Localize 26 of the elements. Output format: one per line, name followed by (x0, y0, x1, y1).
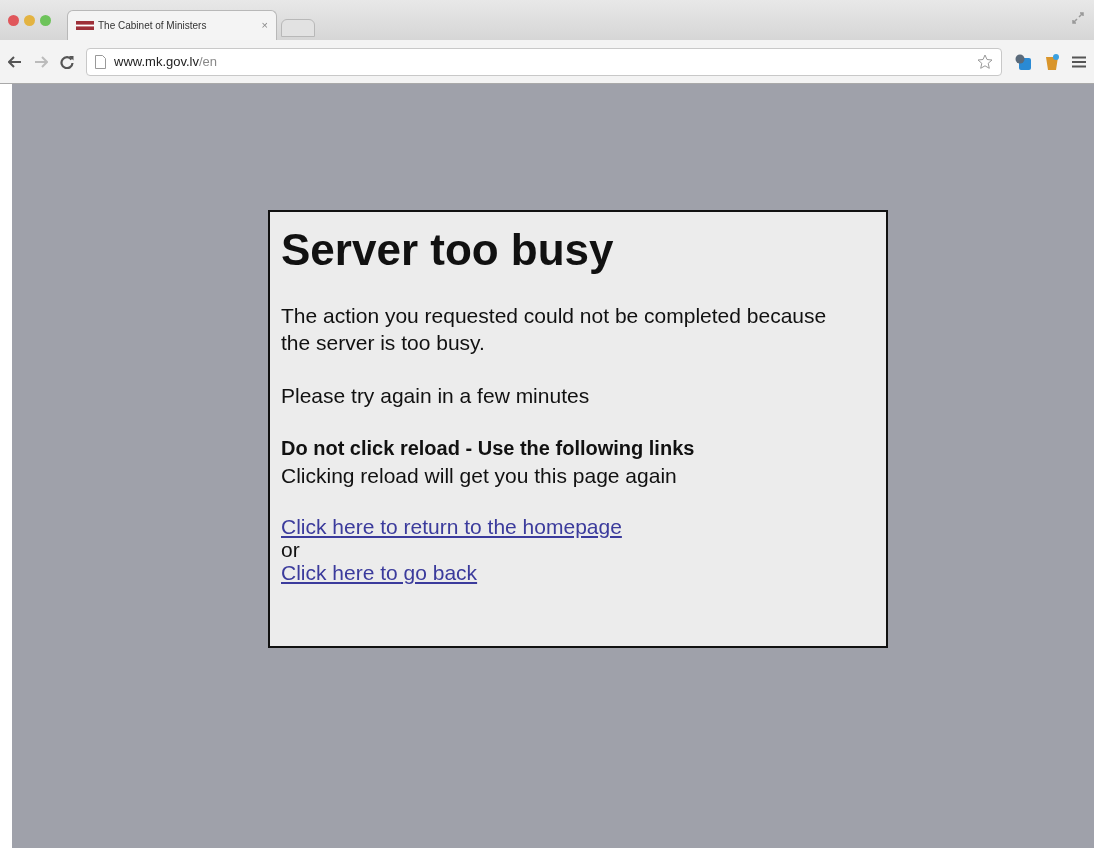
page-link[interactable]: Click here to return to the homepage (281, 515, 622, 539)
menu-icon[interactable] (1072, 55, 1086, 68)
close-window-button[interactable] (8, 14, 19, 26)
new-tab-button[interactable] (281, 19, 315, 37)
page-icon (95, 54, 106, 69)
minimize-window-button[interactable] (24, 14, 35, 26)
page-heading: Server too busy (281, 224, 615, 276)
separator-text: or (281, 539, 300, 561)
cup-icon[interactable] (1044, 52, 1060, 71)
forward-button[interactable] (34, 55, 48, 68)
tab-title: The Cabinet of Ministers (98, 19, 207, 33)
back-button[interactable] (8, 55, 22, 68)
browser-tab[interactable]: The Cabinet of Ministers × (67, 10, 277, 40)
flag-icon (76, 21, 94, 30)
page-link[interactable]: Click here to go back (281, 561, 478, 585)
star-icon[interactable] (977, 53, 993, 70)
zoom-window-button[interactable] (40, 14, 51, 26)
reload-button[interactable] (60, 54, 74, 69)
fullscreen-icon[interactable] (1072, 12, 1084, 24)
warning-text: Do not click reload - Use the following links (281, 436, 696, 461)
warning-note: Clicking reload will get you this page again (281, 463, 678, 489)
url-path: /en (199, 53, 218, 69)
message-text: The action you requested could not be completed because the server is too busy. (281, 303, 828, 356)
retry-text: Please try again in a few minutes (281, 383, 591, 409)
address-bar[interactable]: www.mk.gov.lv/en (86, 47, 1002, 76)
url-host: www.mk.gov.lv (114, 53, 199, 69)
